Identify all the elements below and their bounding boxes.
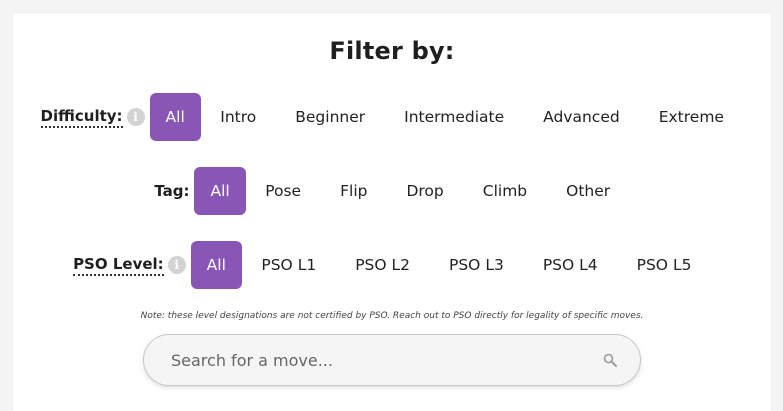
difficulty-option-extreme[interactable]: Extreme [639, 93, 743, 141]
search-box [143, 334, 641, 386]
search-icon[interactable] [602, 352, 618, 368]
pso-option-all[interactable]: All [190, 241, 242, 289]
difficulty-option-beginner[interactable]: Beginner [276, 93, 385, 141]
difficulty-option-all[interactable]: All [149, 93, 201, 141]
difficulty-option-intermediate[interactable]: Intermediate [385, 93, 524, 141]
pso-option-l2[interactable]: PSO L2 [336, 241, 430, 289]
tag-label-text: Tag: [154, 182, 190, 200]
tag-label: Tag: [154, 182, 189, 200]
pso-level-label-text: PSO Level: [73, 255, 164, 276]
difficulty-option-advanced[interactable]: Advanced [524, 93, 640, 141]
tag-option-pose[interactable]: Pose [246, 167, 321, 215]
pso-disclaimer-note: Note: these level designations are not c… [140, 311, 644, 321]
pso-option-l4[interactable]: PSO L4 [523, 241, 617, 289]
difficulty-label: Difficulty: i [40, 107, 145, 128]
tag-option-flip[interactable]: Flip [321, 167, 387, 215]
difficulty-filter-row: Difficulty: i All Intro Beginner Interme… [13, 93, 771, 141]
pso-option-l3[interactable]: PSO L3 [430, 241, 524, 289]
info-icon[interactable]: i [167, 256, 186, 274]
tag-option-all[interactable]: All [194, 167, 246, 215]
pso-option-l1[interactable]: PSO L1 [242, 241, 336, 289]
tag-option-drop[interactable]: Drop [387, 167, 463, 215]
tag-filter-row: Tag: All Pose Flip Drop Climb Other [13, 167, 771, 215]
difficulty-option-intro[interactable]: Intro [201, 93, 276, 141]
pso-level-label: PSO Level: i [73, 255, 186, 276]
tag-option-other[interactable]: Other [547, 167, 630, 215]
search-input[interactable] [169, 349, 573, 371]
pso-level-filter-row: PSO Level: i All PSO L1 PSO L2 PSO L3 PS… [13, 241, 771, 289]
filter-panel: Filter by: Difficulty: i All Intro Begin… [12, 12, 772, 411]
filter-title: Filter by: [329, 37, 455, 65]
info-icon[interactable]: i [126, 108, 145, 126]
pso-option-l5[interactable]: PSO L5 [617, 241, 711, 289]
tag-option-climb[interactable]: Climb [463, 167, 546, 215]
difficulty-label-text: Difficulty: [40, 107, 123, 128]
